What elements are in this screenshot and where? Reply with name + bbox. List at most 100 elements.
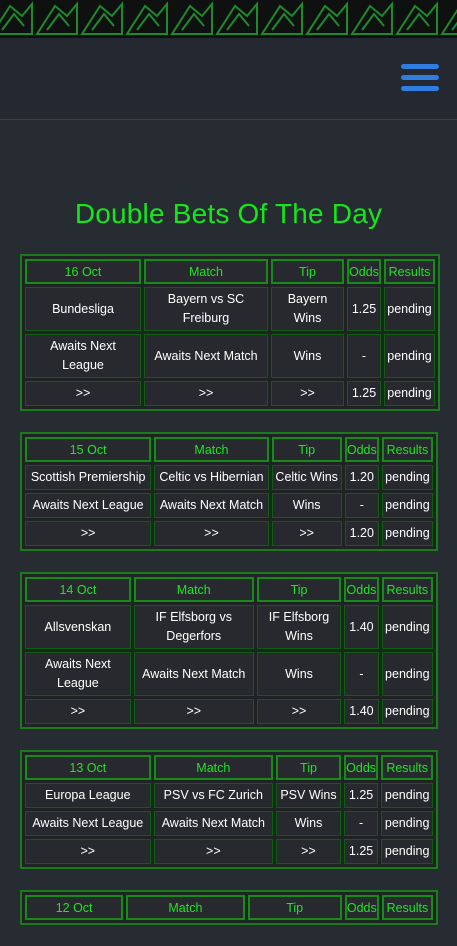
results-header: Results xyxy=(381,895,433,920)
league-cell: Allsvenskan xyxy=(25,605,131,649)
tip-header: Tip xyxy=(271,259,344,284)
league-cell: >> xyxy=(25,699,131,724)
result-cell: pending xyxy=(381,783,433,808)
decorative-banner xyxy=(0,0,457,38)
tip-cell: Celtic Wins xyxy=(271,465,342,490)
tip-header: Tip xyxy=(271,437,342,462)
tip-header: Tip xyxy=(256,577,342,602)
result-cell: pending xyxy=(381,699,433,724)
tip-cell: Wins xyxy=(256,652,342,696)
odds-header: Odds xyxy=(344,577,379,602)
league-cell: Scottish Premiership xyxy=(25,465,152,490)
odds-cell: 1.25 xyxy=(347,381,381,406)
page-title: Double Bets Of The Day xyxy=(74,198,383,229)
match-cell: Awaits Next Match xyxy=(153,811,274,836)
result-cell: pending xyxy=(381,465,433,490)
result-cell: pending xyxy=(384,334,435,378)
bets-table: 16 Oct Match Tip Odds Results Bundesliga Bayer… xyxy=(20,254,440,411)
league-cell: Awaits Next League xyxy=(25,811,151,836)
result-cell: pending xyxy=(381,493,433,518)
table-row: Bundesliga Bayern vs SC Freiburg Bayern Wi… xyxy=(25,287,435,331)
date-header: 16 Oct xyxy=(25,259,141,284)
league-cell: >> xyxy=(25,521,152,546)
results-header: Results xyxy=(381,755,433,780)
league-cell: Bundesliga xyxy=(25,287,141,331)
table-header-row: 16 Oct Match Tip Odds Results xyxy=(25,259,435,284)
odds-header: Odds xyxy=(344,437,379,462)
date-header: 12 Oct xyxy=(25,895,124,920)
table-row: Allsvenskan IF Elfsborg vs Degerfors IF El… xyxy=(25,605,433,649)
match-header: Match xyxy=(154,437,269,462)
table-row: Awaits Next League Awaits Next Match Wins -… xyxy=(25,652,433,696)
bets-table: 15 Oct Match Tip Odds Results Scottish Premie… xyxy=(20,432,438,551)
site-header xyxy=(0,38,457,120)
bets-table: 14 Oct Match Tip Odds Results Allsvenskan IF E… xyxy=(20,572,438,729)
tip-cell: Bayern Wins xyxy=(271,287,344,331)
table-header-row: 12 Oct Match Tip Odds Results xyxy=(25,895,433,920)
table-row: Awaits Next League Awaits Next Match Wins -… xyxy=(25,811,433,836)
odds-cell: 1.40 xyxy=(344,699,379,724)
league-cell: >> xyxy=(25,839,151,864)
odds-cell: 1.20 xyxy=(344,465,379,490)
pattern-graphic xyxy=(0,0,457,38)
tip-header: Tip xyxy=(276,755,341,780)
tip-cell: Wins xyxy=(271,334,344,378)
odds-cell: - xyxy=(344,493,379,518)
table-row: >> >> >> 1.25 pending xyxy=(25,381,435,406)
table-row: >> >> >> 1.40 pending xyxy=(25,699,433,724)
date-header: 13 Oct xyxy=(25,755,151,780)
odds-cell: - xyxy=(344,652,379,696)
result-cell: pending xyxy=(381,811,433,836)
match-header: Match xyxy=(144,259,268,284)
table-row: >> >> >> 1.25 pending xyxy=(25,839,433,864)
results-header: Results xyxy=(384,259,435,284)
match-cell: Awaits Next Match xyxy=(133,652,254,696)
match-cell: >> xyxy=(154,521,269,546)
menu-bar xyxy=(401,75,439,80)
odds-cell: 1.40 xyxy=(344,605,379,649)
menu-bar xyxy=(401,64,439,69)
odds-header: Odds xyxy=(343,755,379,780)
tip-cell: >> xyxy=(256,699,342,724)
match-cell: IF Elfsborg vs Degerfors xyxy=(133,605,254,649)
results-header: Results xyxy=(381,437,433,462)
tip-cell: Wins xyxy=(271,493,342,518)
table-header-row: 15 Oct Match Tip Odds Results xyxy=(25,437,433,462)
result-cell: pending xyxy=(384,287,435,331)
match-cell: Awaits Next Match xyxy=(144,334,268,378)
result-cell: pending xyxy=(381,521,433,546)
league-cell: Awaits Next League xyxy=(25,493,152,518)
odds-cell: 1.25 xyxy=(347,287,381,331)
table-header-row: 14 Oct Match Tip Odds Results xyxy=(25,577,433,602)
tip-cell: Wins xyxy=(276,811,341,836)
match-cell: >> xyxy=(153,839,274,864)
tip-cell: >> xyxy=(271,521,342,546)
match-header: Match xyxy=(126,895,245,920)
tip-cell: >> xyxy=(271,381,344,406)
match-cell: PSV vs FC Zurich xyxy=(153,783,274,808)
date-header: 15 Oct xyxy=(25,437,152,462)
odds-cell: 1.20 xyxy=(344,521,379,546)
odds-cell: 1.25 xyxy=(343,839,379,864)
odds-header: Odds xyxy=(344,895,379,920)
odds-cell: 1.25 xyxy=(343,783,379,808)
result-cell: pending xyxy=(381,652,433,696)
hamburger-menu-icon[interactable] xyxy=(401,64,439,92)
league-cell: Awaits Next League xyxy=(25,334,141,378)
bets-list: 16 Oct Match Tip Odds Results Bundesliga Bayer… xyxy=(20,254,440,946)
odds-cell: - xyxy=(343,811,379,836)
results-header: Results xyxy=(381,577,433,602)
result-cell: pending xyxy=(381,605,433,649)
tip-cell: IF Elfsborg Wins xyxy=(256,605,342,649)
match-cell: >> xyxy=(144,381,268,406)
match-cell: >> xyxy=(133,699,254,724)
table-row: Scottish Premiership Celtic vs Hibernian C… xyxy=(25,465,433,490)
tip-cell: PSV Wins xyxy=(276,783,341,808)
table-row: Europa League PSV vs FC Zurich PSV Wins 1.2… xyxy=(25,783,433,808)
match-cell: Awaits Next Match xyxy=(154,493,269,518)
table-row: Awaits Next League Awaits Next Match Wins -… xyxy=(25,334,435,378)
table-header-row: 13 Oct Match Tip Odds Results xyxy=(25,755,433,780)
odds-cell: - xyxy=(347,334,381,378)
league-cell: Europa League xyxy=(25,783,151,808)
match-header: Match xyxy=(133,577,254,602)
